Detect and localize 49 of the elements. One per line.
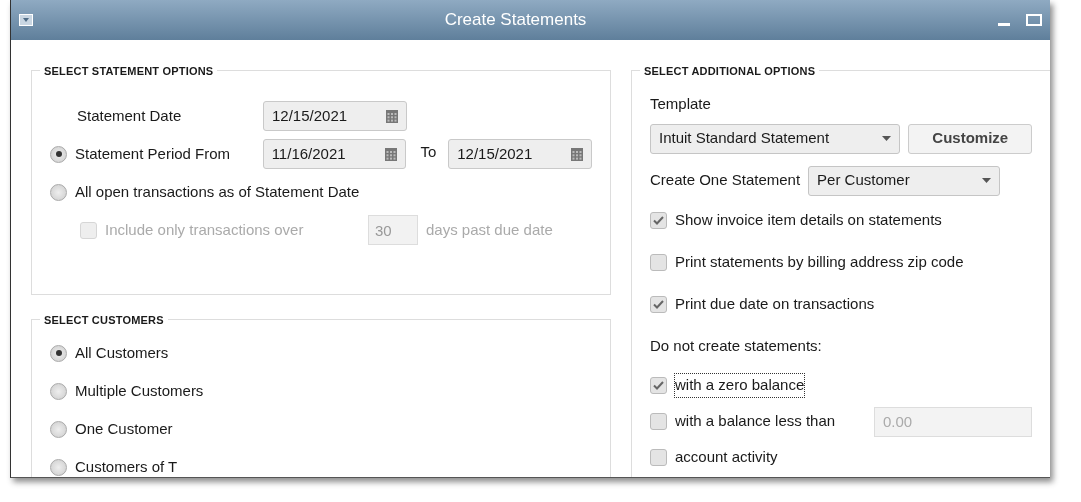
radio-button[interactable] xyxy=(50,458,67,476)
window-title: Create Statements xyxy=(443,9,588,32)
checkbox-label: Include only transactions over xyxy=(105,219,305,240)
check-icon xyxy=(653,216,664,225)
field-label: days past due date xyxy=(426,219,553,240)
customize-button[interactable]: Customize xyxy=(908,123,1032,154)
radio-button[interactable] xyxy=(50,183,67,201)
template-dropdown[interactable]: Intuit Standard Statement xyxy=(650,123,901,154)
caret-icon xyxy=(982,178,992,183)
radio-button[interactable] xyxy=(50,344,67,362)
field-label: Create One Statement xyxy=(650,170,801,191)
radio-button[interactable] xyxy=(50,382,67,400)
radio-button[interactable] xyxy=(50,145,67,163)
checkbox[interactable] xyxy=(650,254,667,271)
checkbox[interactable] xyxy=(650,449,667,466)
minimize-icon xyxy=(998,22,1010,26)
caret-icon xyxy=(882,136,892,141)
field-label: Statement Date xyxy=(76,105,183,126)
checkbox-label: Show invoice item details on statements xyxy=(675,210,942,231)
field-label: Do not create statements: xyxy=(650,336,823,357)
check-icon xyxy=(653,300,664,309)
radio-label: One Customer xyxy=(75,418,173,439)
checkbox-label: Print statements by billing address zip code xyxy=(675,252,964,273)
date-field[interactable]: 12/15/2021 xyxy=(263,101,407,131)
checkbox[interactable] xyxy=(650,413,667,430)
field-label: Template xyxy=(650,94,712,114)
radio-label: Multiple Customers xyxy=(75,380,204,401)
system-menu-icon xyxy=(19,14,33,26)
radio-label: All open transactions as of Statement Date xyxy=(75,181,360,202)
checkbox[interactable] xyxy=(650,212,667,229)
calendar-icon xyxy=(571,147,583,161)
calendar-icon xyxy=(385,147,398,161)
radio-label: Customers of T xyxy=(75,456,178,477)
radio-button[interactable] xyxy=(50,420,67,438)
calendar-icon xyxy=(386,109,398,123)
checkbox-label: with a balance less than xyxy=(675,411,837,432)
checkbox[interactable] xyxy=(650,377,667,394)
checkbox-label: Print due date on transactions xyxy=(675,294,875,315)
check-icon xyxy=(653,381,664,390)
field-label: To xyxy=(420,142,437,162)
checkbox[interactable] xyxy=(650,296,667,313)
maximize-icon xyxy=(1026,14,1042,26)
statement-dropdown[interactable]: Per Customer xyxy=(808,165,1001,196)
date-field[interactable]: 12/15/2021 xyxy=(448,139,592,169)
radio-label: Statement Period From xyxy=(75,143,232,164)
checkbox-label: with a zero balance xyxy=(675,374,805,397)
checkbox-label: account activity xyxy=(675,447,778,468)
radio-label: All Customers xyxy=(75,342,169,363)
date-field[interactable]: 11/16/2021 xyxy=(262,139,407,169)
